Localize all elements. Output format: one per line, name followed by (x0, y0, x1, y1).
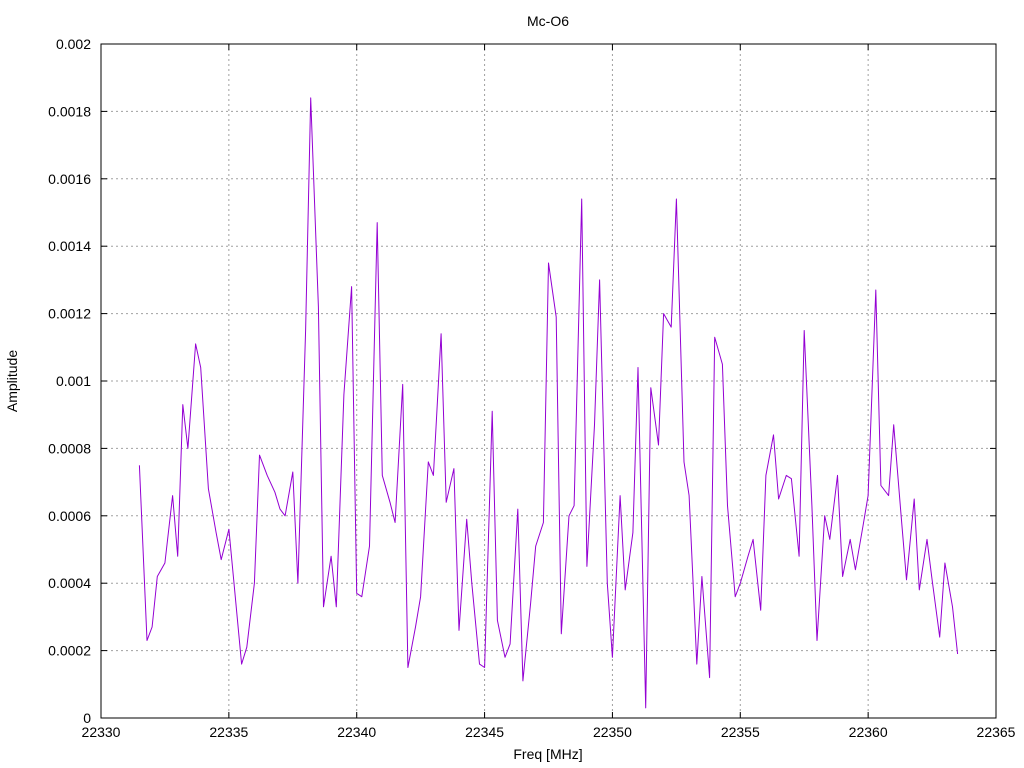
chart: 22330 22335 22340 22345 22350 22355 22360 22365… (4, 13, 1016, 762)
x-tick-label: 22365 (977, 724, 1016, 740)
y-tick-label: 0.0016 (48, 171, 91, 187)
series-line (138, 97, 959, 709)
y-tick-label: 0.0006 (48, 508, 91, 524)
y-tick-label: 0.0012 (48, 306, 91, 322)
x-tick-label: 22350 (593, 724, 632, 740)
grid-layer (101, 44, 996, 718)
y-axis-label: Amplitude (4, 350, 20, 412)
y-tick-label: 0.0004 (48, 575, 91, 591)
y-tick-label: 0.0008 (48, 440, 91, 456)
y-tick-label: 0.0018 (48, 103, 91, 119)
y-tick-label: 0 (83, 710, 91, 726)
x-axis-label: Freq [MHz] (513, 746, 582, 762)
y-tick-label: 0.002 (56, 36, 91, 52)
x-tick-label: 22360 (849, 724, 888, 740)
tick-labels: 22330 22335 22340 22345 22350 22355 22360 22365… (48, 36, 1016, 740)
chart-title: Mc-O6 (527, 13, 569, 29)
x-tick-label: 22355 (721, 724, 760, 740)
x-tick-label: 22340 (337, 724, 376, 740)
x-tick-label: 22335 (209, 724, 248, 740)
series-layer (138, 97, 959, 709)
y-tick-label: 0.001 (56, 373, 91, 389)
y-tick-label: 0.0002 (48, 643, 91, 659)
x-tick-label: 22330 (82, 724, 121, 740)
x-tick-label: 22345 (465, 724, 504, 740)
y-tick-label: 0.0014 (48, 238, 91, 254)
